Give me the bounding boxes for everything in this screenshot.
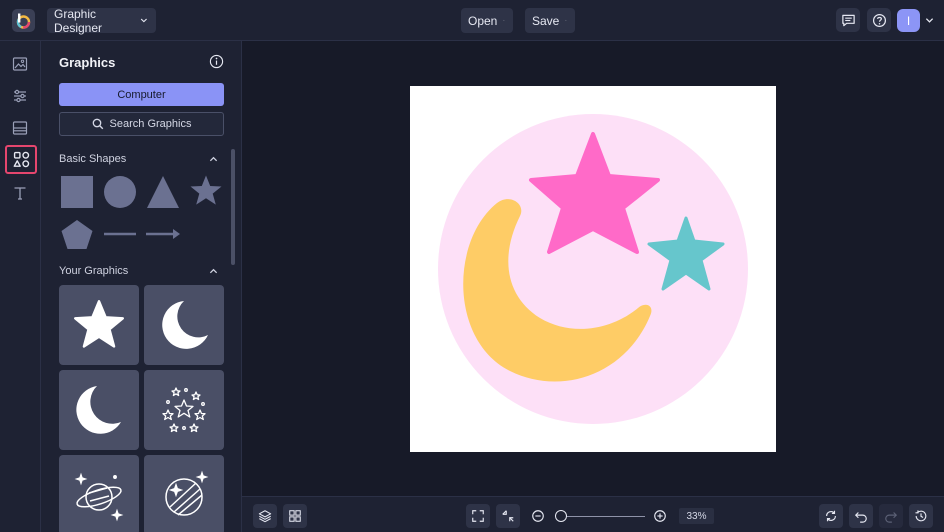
star-cluster-icon (162, 387, 206, 433)
basic-shapes-title: Basic Shapes (59, 153, 127, 165)
history-icon (915, 510, 927, 522)
graphic-tile-planet[interactable] (59, 455, 139, 532)
adjustments-icon (14, 89, 26, 103)
help-button[interactable] (867, 8, 891, 32)
panel-scrollbar[interactable] (231, 149, 235, 265)
redo-button[interactable] (879, 504, 903, 528)
bottom-bar: 33% (242, 496, 944, 532)
computer-button[interactable]: Computer (59, 83, 224, 106)
image-icon (12, 57, 28, 71)
planet-stars-icon (165, 470, 209, 516)
app-logo[interactable] (12, 9, 35, 32)
graphic-tile-moon[interactable] (144, 285, 224, 365)
zoom-slider-track[interactable] (560, 516, 645, 517)
crescent-moon-icon (162, 301, 208, 349)
rail-item-layout[interactable] (8, 116, 32, 140)
search-graphics-label: Search Graphics (109, 118, 192, 130)
collapse-icon (502, 510, 514, 522)
zoom-in-button[interactable] (648, 504, 672, 528)
search-graphics-button[interactable]: Search Graphics (59, 112, 224, 136)
help-icon (872, 13, 886, 27)
info-icon[interactable] (209, 54, 224, 69)
arrow-shape[interactable] (145, 227, 181, 241)
rail-item-image[interactable] (8, 52, 32, 76)
refresh-icon (826, 510, 836, 522)
user-avatar[interactable]: I (897, 9, 920, 32)
panel-title: Graphics (59, 55, 116, 70)
planet-icon (74, 472, 124, 522)
layout-icon (12, 121, 28, 135)
square-shape[interactable] (60, 175, 94, 209)
message-icon (841, 14, 855, 26)
grid-icon (289, 510, 301, 522)
expand-icon (472, 510, 484, 522)
graphic-tile-star[interactable] (59, 285, 139, 365)
zoom-slider-handle[interactable] (555, 510, 567, 522)
open-dropdown[interactable]: Open (461, 8, 513, 33)
rail-item-adjustments[interactable] (8, 84, 32, 108)
pentagon-shape[interactable] (60, 218, 94, 252)
chevron-up-icon[interactable] (209, 267, 218, 276)
text-icon (14, 187, 26, 200)
zoom-out-button[interactable] (526, 504, 550, 528)
zoom-in-icon (654, 510, 666, 522)
save-dropdown[interactable]: Save (525, 8, 575, 33)
chevron-up-icon[interactable] (209, 155, 218, 164)
rail-item-text[interactable] (8, 181, 32, 205)
save-label: Save (532, 13, 560, 28)
app-menu-label: Graphic Designer (54, 6, 103, 35)
tool-rail (0, 41, 41, 532)
star-icon (73, 299, 125, 348)
history-button[interactable] (909, 504, 933, 528)
replace-button[interactable] (819, 504, 843, 528)
app-window: Graphic Designer Open Save I Graphics Co… (0, 0, 944, 532)
artboard[interactable] (410, 86, 776, 452)
undo-icon (854, 512, 867, 523)
feedback-button[interactable] (836, 8, 860, 32)
crescent-moon-icon (76, 386, 121, 434)
line-shape[interactable] (103, 229, 137, 239)
graphics-icon (13, 151, 29, 168)
graphic-tile-stars[interactable] (144, 370, 224, 450)
circle-shape[interactable] (103, 175, 137, 209)
chevron-down-icon (503, 20, 505, 21)
chevron-down-icon (141, 18, 148, 23)
chevron-down-icon (565, 20, 567, 21)
avatar-initial: I (906, 13, 911, 28)
undo-button[interactable] (849, 504, 873, 528)
top-bar: Graphic Designer Open Save I (0, 0, 944, 41)
canvas-graphic[interactable] (410, 86, 776, 452)
graphic-tile-moon[interactable] (59, 370, 139, 450)
zoom-percentage[interactable]: 33% (679, 508, 714, 524)
fit-screen-button[interactable] (466, 504, 490, 528)
graphic-tile-planet-stars[interactable] (144, 455, 224, 532)
triangle-shape[interactable] (145, 175, 181, 209)
graphics-panel: Graphics Computer Search Graphics Basic … (41, 41, 242, 532)
layers-button[interactable] (253, 504, 277, 528)
zoom-out-icon (532, 510, 544, 522)
search-icon (92, 118, 103, 130)
rail-item-graphics[interactable] (5, 145, 37, 174)
your-graphics-title: Your Graphics (59, 265, 129, 277)
star-shape[interactable] (189, 174, 223, 208)
actual-size-button[interactable] (496, 504, 520, 528)
grid-button[interactable] (283, 504, 307, 528)
app-menu-dropdown[interactable]: Graphic Designer (47, 6, 156, 35)
chevron-down-icon[interactable] (925, 16, 934, 25)
logo-icon (16, 13, 31, 29)
layers-icon (258, 510, 272, 523)
open-label: Open (468, 13, 498, 28)
redo-icon (885, 512, 898, 523)
